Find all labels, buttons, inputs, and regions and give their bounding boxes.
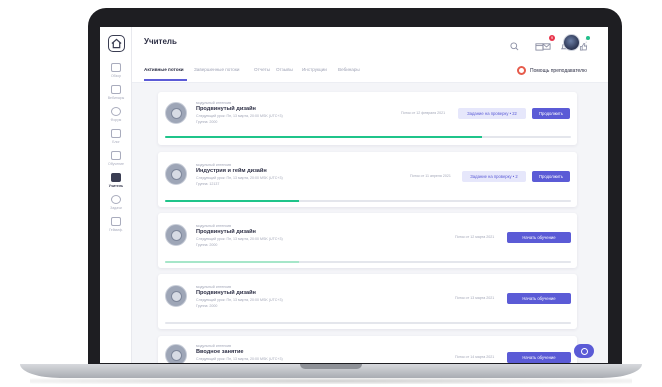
- course-title[interactable]: Продвинутый дизайн: [196, 229, 256, 235]
- tab-reports[interactable]: Отчеты: [254, 67, 270, 72]
- video-icon: [111, 85, 121, 94]
- next-lesson: Следующий урок: Пн, 13 марта, 20:00 MSK …: [196, 237, 283, 241]
- stream-card[interactable]: модульный интенсив Продвинутый дизайн Сл…: [158, 213, 577, 268]
- sidebar-item-blog[interactable]: Блог: [100, 129, 132, 149]
- question-icon: [580, 347, 588, 355]
- next-lesson: Следующий урок: Пн, 13 марта, 20:00 MSK …: [196, 176, 283, 180]
- course-avatar: [165, 102, 187, 124]
- sidebar-item-webinars[interactable]: Вебинары: [100, 85, 132, 105]
- sidebar-item-learning[interactable]: Обучение: [100, 151, 132, 171]
- sidebar-item-forum[interactable]: Форум: [100, 107, 132, 127]
- stream-date: Поток от 12 марта 2021: [455, 235, 495, 239]
- continue-button[interactable]: Продолжить: [532, 171, 570, 182]
- start-learning-button[interactable]: Начать обучение: [507, 293, 571, 304]
- course-title[interactable]: Продвинутый дизайн: [196, 106, 256, 112]
- sidebar-item-overview[interactable]: Обзор: [100, 63, 132, 83]
- sidebar-item-teacher[interactable]: Учитель: [100, 173, 132, 193]
- tab-reviews[interactable]: Отзывы: [276, 67, 293, 72]
- course-avatar: [165, 163, 187, 185]
- progress-bar: [165, 136, 571, 138]
- sidebar-item-label: Обзор: [110, 74, 122, 78]
- stream-date: Поток от 14 марта 2021: [455, 355, 495, 359]
- tab-instructions[interactable]: Инструкции: [302, 67, 327, 72]
- trophy-icon: [111, 217, 121, 226]
- help-fab-button[interactable]: [574, 344, 594, 358]
- sidebar-item-tasks[interactable]: Задачи: [100, 195, 132, 215]
- help-label: Помощь преподавателю: [530, 67, 587, 74]
- sidebar-item-label: Учитель: [108, 184, 124, 188]
- course-title[interactable]: Вводное занятие: [196, 349, 244, 355]
- next-lesson: Следующий урок: Пн, 13 марта, 20:00 MSK …: [196, 114, 283, 118]
- tab-active-streams[interactable]: Активные потоки: [144, 67, 184, 72]
- sidebar-item-label: Задачи: [110, 206, 122, 210]
- home-logo-icon[interactable]: [108, 35, 125, 52]
- sidebar-item-label: Вебинары: [107, 96, 125, 100]
- course-avatar: [165, 344, 187, 363]
- chat-icon: [111, 107, 121, 116]
- course-title[interactable]: Продвинутый дизайн: [196, 290, 256, 296]
- group-label: Группа: 2000: [196, 243, 218, 247]
- top-header: Учитель 3: [132, 27, 608, 59]
- stream-card[interactable]: модульный интенсив Индустрия и гейм диза…: [158, 152, 577, 207]
- group-label: Группа: 12137: [196, 182, 220, 186]
- progress-fill: [165, 200, 299, 202]
- progress-fill: [165, 136, 482, 138]
- sidebar: Обзор Вебинары Форум Блог Обучение Учите…: [100, 27, 132, 363]
- continue-button[interactable]: Продолжить: [532, 108, 570, 119]
- review-tasks-button[interactable]: Задание на проверку • 22: [458, 108, 526, 119]
- help-link[interactable]: Помощь преподавателю: [517, 66, 587, 75]
- check-circle-icon: [111, 195, 121, 204]
- teacher-board-icon: [111, 173, 121, 182]
- course-avatar: [165, 285, 187, 307]
- page-title: Учитель: [144, 37, 177, 46]
- sidebar-item-label: Геймиф.: [109, 228, 123, 232]
- course-type-label: модульный интенсив: [196, 344, 232, 348]
- sidebar-item-gamification[interactable]: Геймиф.: [100, 217, 132, 237]
- course-avatar: [165, 224, 187, 246]
- more-menu-icon[interactable]: · · ·: [585, 36, 587, 49]
- user-avatar[interactable]: [563, 34, 580, 51]
- course-type-label: модульный интенсив: [196, 163, 232, 167]
- group-label: Группа: 2000: [196, 304, 218, 308]
- course-type-label: модульный интенсив: [196, 285, 232, 289]
- course-title[interactable]: Индустрия и гейм дизайн: [196, 168, 267, 174]
- stream-card[interactable]: модульный интенсив Вводное занятие Следу…: [158, 336, 577, 363]
- progress-bar: [165, 200, 571, 202]
- app-screen: Обзор Вебинары Форум Блог Обучение Учите…: [100, 27, 608, 363]
- stream-card[interactable]: модульный интенсив Продвинутый дизайн Сл…: [158, 274, 577, 329]
- course-type-label: модульный интенсив: [196, 224, 232, 228]
- overview-icon: [111, 63, 121, 72]
- mail-icon[interactable]: 9: [542, 35, 555, 50]
- sidebar-item-label: Блог: [112, 140, 120, 144]
- search-icon[interactable]: [510, 38, 519, 51]
- sidebar-item-label: Форум: [110, 118, 122, 122]
- course-type-label: модульный интенсив: [196, 101, 232, 105]
- stream-date: Поток от 13 марта 2021: [455, 296, 495, 300]
- laptop-shadow: [30, 378, 632, 384]
- tab-completed-streams[interactable]: Завершенные потоки: [194, 67, 239, 72]
- next-lesson: Следующий урок: Пн, 13 марта, 20:00 MSK …: [196, 298, 283, 302]
- lifebuoy-icon: [517, 66, 526, 75]
- next-lesson: Следующий урок: Пн, 13 марта, 20:00 MSK …: [196, 357, 283, 361]
- start-learning-button[interactable]: Начать обучение: [507, 352, 571, 363]
- active-tab-indicator: [144, 79, 187, 81]
- stream-date: Поток от 11 апреля 2021: [410, 174, 451, 178]
- stream-date: Поток от 12 февраля 2021: [401, 111, 446, 115]
- stream-card[interactable]: модульный интенсив Продвинутый дизайн Сл…: [158, 92, 577, 145]
- sidebar-item-label: Обучение: [107, 162, 124, 166]
- messages-badge: 9: [549, 35, 555, 41]
- progress-fill: [165, 261, 299, 263]
- tabs-bar: Активные потоки Завершенные потоки Отчет…: [132, 59, 608, 83]
- progress-bar: [165, 261, 571, 263]
- tab-webinars[interactable]: Вебинары: [338, 67, 360, 72]
- graduation-cap-icon: [111, 151, 121, 160]
- progress-bar: [165, 322, 571, 324]
- start-learning-button[interactable]: Начать обучение: [507, 232, 571, 243]
- blog-icon: [111, 129, 121, 138]
- group-label: Группа: 2000: [196, 120, 218, 124]
- review-tasks-button[interactable]: Задание на проверку • 2: [462, 171, 526, 182]
- laptop-notch: [300, 364, 362, 369]
